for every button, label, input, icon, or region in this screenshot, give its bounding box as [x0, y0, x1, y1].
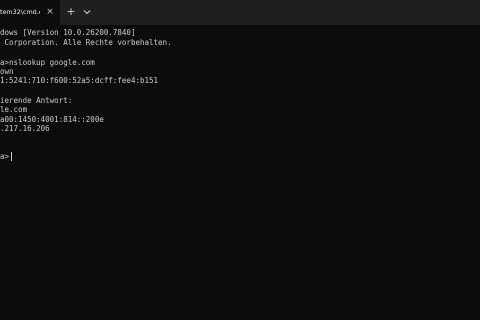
console-line: a>nslookup google.com: [0, 58, 95, 67]
tab-cmd[interactable]: tem32\cmd.e ×: [0, 0, 60, 25]
new-tab-button[interactable]: +: [65, 6, 77, 18]
console-line: .217.16.206: [0, 124, 50, 133]
console-line: Corporation. Alle Rechte vorbehalten.: [0, 38, 172, 47]
title-bar: tem32\cmd.e × +: [0, 0, 480, 25]
terminal-window: tem32\cmd.e × + dows [Version 10.0.26200…: [0, 0, 480, 320]
tab-title: tem32\cmd.e: [0, 8, 40, 16]
chevron-down-icon[interactable]: [81, 6, 93, 18]
console-prompt: a>: [0, 152, 10, 161]
close-tab-icon[interactable]: ×: [44, 6, 56, 18]
console-output[interactable]: dows [Version 10.0.26200.7840] Corporati…: [0, 25, 480, 320]
text-cursor: [11, 152, 12, 161]
console-line: 1:5241:710:f600:52a5:dcff:fee4:b151: [0, 76, 159, 85]
